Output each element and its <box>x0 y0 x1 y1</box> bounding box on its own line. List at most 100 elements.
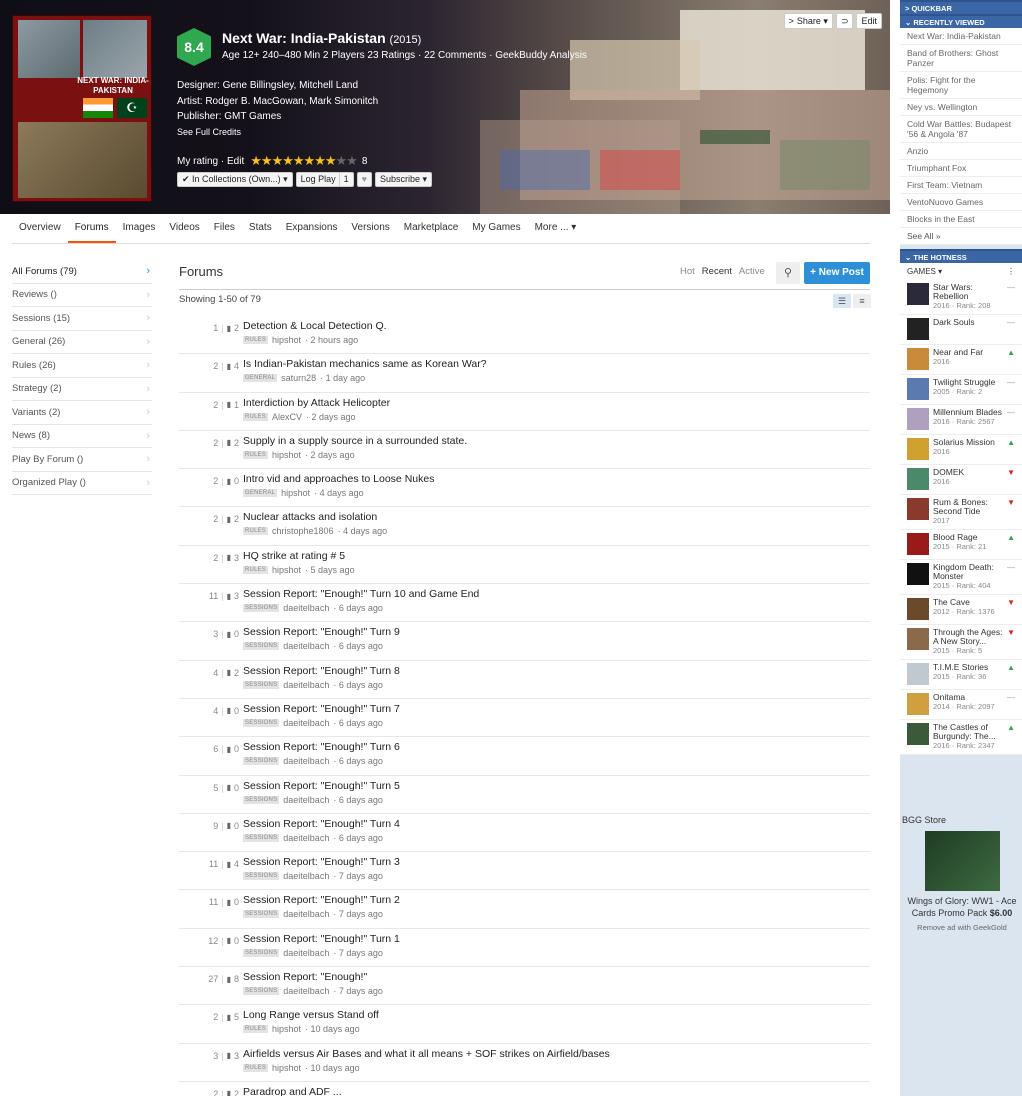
thread-user[interactable]: daeitelbach <box>283 718 329 728</box>
hotness-item[interactable]: Rum & Bones: Second Tide 2017 ▼ <box>900 495 1022 530</box>
thread-title[interactable]: Long Range versus Stand off <box>243 1009 379 1021</box>
thread-row[interactable]: 2 | ▮ 1 Interdiction by Attack Helicopter RUL… <box>179 393 870 431</box>
thread-user[interactable]: hipshot <box>272 450 301 460</box>
thread-row[interactable]: 4 | ▮ 2 Session Report: "Enough!" Turn 8 SESS… <box>179 661 870 699</box>
thread-row[interactable]: 12 | ▮ 0 Session Report: "Enough!" Turn 1 SES… <box>179 929 870 968</box>
star-icon[interactable]: ★ <box>336 153 348 168</box>
search-icon[interactable]: ⚲ <box>776 262 800 284</box>
publisher-credit[interactable]: Publisher: GMT Games <box>177 109 378 125</box>
thread-user[interactable]: daeitelbach <box>283 603 329 613</box>
hotness-name[interactable]: Kingdom Death: Monster <box>933 563 1003 581</box>
game-thumbnail[interactable] <box>907 498 929 520</box>
thread-tag[interactable]: RULES <box>243 450 269 459</box>
game-thumbnail[interactable] <box>907 628 929 650</box>
game-thumbnail[interactable] <box>907 693 929 715</box>
see-full-credits-link[interactable]: See Full Credits <box>177 125 378 141</box>
game-thumbnail[interactable] <box>907 283 929 305</box>
hotness-name[interactable]: Rum & Bones: Second Tide <box>933 498 1003 516</box>
thread-tag[interactable]: SESSIONS <box>243 910 280 919</box>
forum-nav-item[interactable]: General (26) › <box>12 331 152 354</box>
thread-title[interactable]: Interdiction by Attack Helicopter <box>243 397 390 409</box>
thread-title[interactable]: Session Report: "Enough!" <box>243 971 367 983</box>
tab-overview[interactable]: Overview <box>12 214 68 243</box>
hotness-item[interactable]: DOMEK 2016 ▼ <box>900 465 1022 495</box>
thread-tag[interactable]: RULES <box>243 527 269 536</box>
thread-row[interactable]: 2 | ▮ 0 Intro vid and approaches to Loose Nu… <box>179 469 870 508</box>
game-thumbnail[interactable] <box>907 598 929 620</box>
thread-user[interactable]: daeitelbach <box>283 756 329 766</box>
thread-tag[interactable]: RULES <box>243 412 269 421</box>
artist-credit[interactable]: Artist: Rodger B. MacGowan, Mark Simonit… <box>177 94 378 110</box>
thread-user[interactable]: hipshot <box>272 335 301 345</box>
thread-row[interactable]: 3 | ▮ 0 Session Report: "Enough!" Turn 9 SESS… <box>179 622 870 661</box>
hotness-name[interactable]: Twilight Struggle <box>933 378 1003 387</box>
thread-user[interactable]: AlexCV <box>272 412 302 422</box>
thread-title[interactable]: Airfields versus Air Bases and what it a… <box>243 1048 610 1060</box>
thread-tag[interactable]: SESSIONS <box>243 718 280 727</box>
thread-row[interactable]: 6 | ▮ 0 Session Report: "Enough!" Turn 6 SESS… <box>179 737 870 776</box>
tab-images[interactable]: Images <box>116 214 163 243</box>
thread-user[interactable]: hipshot <box>272 1024 301 1034</box>
thread-row[interactable]: 4 | ▮ 0 Session Report: "Enough!" Turn 7 SESS… <box>179 699 870 738</box>
hotness-name[interactable]: Onitama <box>933 693 1003 702</box>
forum-nav-item[interactable]: All Forums (79) › <box>12 260 152 284</box>
thread-tag[interactable]: SESSIONS <box>243 872 280 881</box>
star-icon[interactable]: ★ <box>293 153 305 168</box>
game-thumbnail[interactable] <box>907 438 929 460</box>
hotness-name[interactable]: The Castles of Burgundy: The... <box>933 723 1003 741</box>
forum-nav-item[interactable]: News (8) › <box>12 425 152 448</box>
my-rating-label[interactable]: My rating · Edit <box>177 156 244 167</box>
hotness-name[interactable]: Blood Rage <box>933 533 1003 542</box>
tab-my-games[interactable]: My Games <box>465 214 527 243</box>
tab-versions[interactable]: Versions <box>344 214 396 243</box>
thread-user[interactable]: daeitelbach <box>283 641 329 651</box>
forum-nav-item[interactable]: Play By Forum () › <box>12 448 152 472</box>
thread-title[interactable]: Session Report: "Enough!" Turn 7 <box>243 703 400 715</box>
recent-item[interactable]: Triumphant Fox <box>900 160 1022 177</box>
forum-nav-item[interactable]: Rules (26) › <box>12 354 152 378</box>
recent-item[interactable]: Anzio <box>900 143 1022 160</box>
star-icon[interactable]: ★ <box>250 153 262 168</box>
thread-tag[interactable]: RULES <box>243 336 269 344</box>
forum-nav-item[interactable]: Sessions (15) › <box>12 307 152 331</box>
thread-row[interactable]: 1 | ▮ 2 Detection & Local Detection Q. RULES h… <box>179 316 870 355</box>
games-filter[interactable]: GAMES ▾ <box>907 267 942 276</box>
tab-files[interactable]: Files <box>207 214 242 243</box>
hotness-name[interactable]: T.I.M.E Stories <box>933 663 1003 672</box>
thread-tag[interactable]: SESSIONS <box>243 833 280 842</box>
hotness-item[interactable]: The Cave 2012 · Rank: 1376 ▼ <box>900 595 1022 625</box>
thread-user[interactable]: hipshot <box>272 1063 301 1073</box>
hotness-item[interactable]: Star Wars: Rebellion 2016 · Rank: 208 — <box>900 280 1022 315</box>
game-thumbnail[interactable] <box>907 378 929 400</box>
thread-user[interactable]: daeitelbach <box>283 795 329 805</box>
hotness-item[interactable]: Twilight Struggle 2005 · Rank: 2 — <box>900 375 1022 405</box>
star-icon[interactable]: ★ <box>346 153 358 168</box>
thread-title[interactable]: Session Report: "Enough!" Turn 8 <box>243 665 400 677</box>
hotness-item[interactable]: Millennium Blades 2016 · Rank: 2567 — <box>900 405 1022 435</box>
thread-user[interactable]: hipshot <box>272 565 301 575</box>
thread-title[interactable]: HQ strike at rating # 5 <box>243 550 345 562</box>
thread-user[interactable]: hipshot <box>281 488 310 498</box>
compact-view-icon[interactable]: ≡ <box>853 294 871 308</box>
thread-tag[interactable]: RULES <box>243 565 269 574</box>
quickbar-header[interactable]: > QUICKBAR <box>900 0 1022 14</box>
game-thumbnail[interactable] <box>907 408 929 430</box>
thread-title[interactable]: Session Report: "Enough!" Turn 9 <box>243 626 400 638</box>
recent-item[interactable]: Ney vs. Wellington <box>900 99 1022 116</box>
thread-title[interactable]: Supply in a supply source in a surrounde… <box>243 435 467 447</box>
thread-row[interactable]: 11 | ▮ 0 Session Report: "Enough!" Turn 2 SES… <box>179 890 870 929</box>
hotness-item[interactable]: Solarius Mission 2016 ▲ <box>900 435 1022 465</box>
hotness-name[interactable]: Star Wars: Rebellion <box>933 283 1003 301</box>
collections-button[interactable]: ✔ In Collections (Own...) ▾ <box>177 172 293 187</box>
hotness-name[interactable]: Near and Far <box>933 348 1003 357</box>
hotness-item[interactable]: Near and Far 2016 ▲ <box>900 345 1022 375</box>
thread-user[interactable]: daeitelbach <box>283 948 329 958</box>
thread-row[interactable]: 5 | ▮ 0 Session Report: "Enough!" Turn 5 SESS… <box>179 776 870 814</box>
heart-icon[interactable]: ♥ <box>356 172 372 187</box>
recent-item[interactable]: First Team: Vietnam <box>900 177 1022 194</box>
thread-title[interactable]: Session Report: "Enough!" Turn 10 and Ga… <box>243 588 479 600</box>
more-options-icon[interactable]: ⋮ <box>1007 267 1015 276</box>
thread-title[interactable]: Session Report: "Enough!" Turn 5 <box>243 780 400 792</box>
remove-ad-link[interactable]: Remove ad with GeekGold <box>902 923 1022 932</box>
rating-stars[interactable]: ★★★★★★★★★★ <box>250 153 358 169</box>
